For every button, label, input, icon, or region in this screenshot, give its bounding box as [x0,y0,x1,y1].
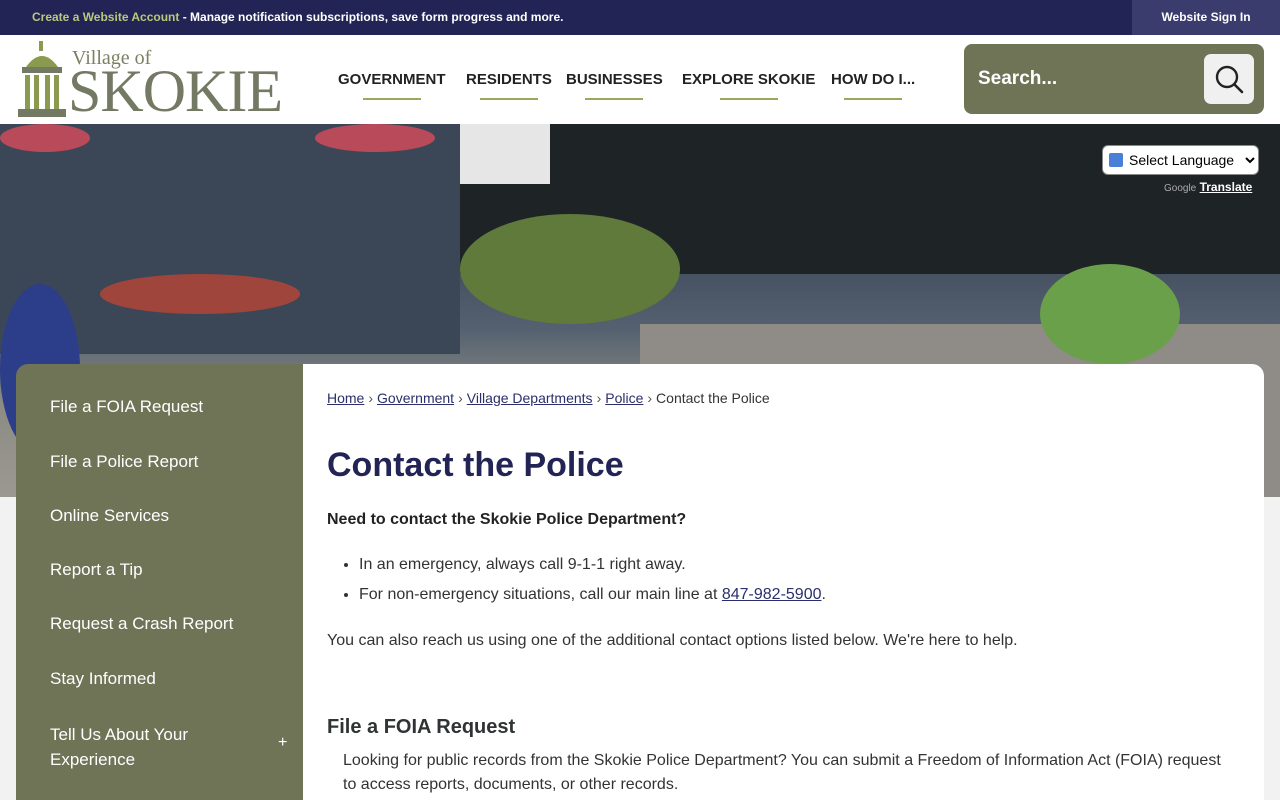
person-green-shirt [1040,264,1180,364]
search-input[interactable] [978,62,1198,96]
sidebar-item-tell-us[interactable]: Tell Us About Your Experience [50,722,230,772]
promo-text: - Manage notification subscriptions, sav… [179,10,564,24]
breadcrumb-current: Contact the Police [656,390,770,406]
expand-plus-icon[interactable]: + [278,734,287,752]
search-button[interactable] [1204,54,1254,104]
sidebar-item-online-services[interactable]: Online Services [50,506,169,526]
logo-skokie-text: SKOKIE [68,58,283,124]
lead-question: Need to contact the Skokie Police Depart… [327,511,687,528]
white-wall [455,124,550,184]
list-item: For non-emergency situations, call our m… [359,586,826,604]
non-emergency-text: For non-emergency situations, call our m… [359,586,722,603]
website-sign-in-button[interactable]: Website Sign In [1132,0,1280,35]
translate-link[interactable]: Translate [1200,180,1253,194]
search-box [964,44,1264,114]
sidebar-item-file-foia[interactable]: File a FOIA Request [50,397,203,417]
nav-businesses[interactable]: BUSINESSES [566,71,663,88]
page-title: Contact the Police [327,446,624,484]
utility-bar: Create a Website Account - Manage notifi… [0,0,1280,35]
foia-section-title: File a FOIA Request [327,716,516,738]
foia-section-body: Looking for public records from the Skok… [343,752,1221,793]
sidebar-item-file-police-report[interactable]: File a Police Report [50,452,198,472]
breadcrumb-village-departments[interactable]: Village Departments [467,390,593,406]
breadcrumb-government[interactable]: Government [377,390,454,406]
nav-residents[interactable]: RESIDENTS [466,71,552,88]
language-select[interactable]: Select Language [1102,145,1259,175]
breadcrumb-home[interactable]: Home [327,390,364,406]
list-item: In an emergency, always call 9-1-1 right… [359,556,826,574]
breadcrumb-separator: › [368,390,374,406]
sidebar-item-report-tip[interactable]: Report a Tip [50,560,143,580]
flower-bed [100,274,300,314]
google-translate-icon [1109,153,1123,167]
nav-explore-skokie[interactable]: EXPLORE SKOKIE [682,71,815,88]
breadcrumb-separator: › [458,390,463,406]
sidebar-item-stay-informed[interactable]: Stay Informed [50,669,156,689]
breadcrumb: Home › Government › Village Departments › Poli… [327,390,770,406]
phone-link[interactable]: 847-982-5900 [722,586,822,603]
flower-bed [315,124,435,152]
breadcrumb-separator: › [647,390,653,406]
create-account-link[interactable]: Create a Website Account [32,10,179,24]
village-hall-icon [18,41,66,117]
breadcrumb-separator: › [596,390,602,406]
village-logo[interactable]: Village of SKOKIE [16,41,291,124]
emergency-text: In an emergency, always call 9-1-1 right… [359,556,686,573]
site-header: Village of SKOKIE GOVERNMENT RESIDENTS B… [0,35,1280,124]
google-label: Google [1164,183,1197,194]
nav-how-do-i[interactable]: HOW DO I... [831,71,915,88]
account-promo[interactable]: Create a Website Account - Manage notifi… [32,10,563,24]
main-content: Home › Government › Village Departments › Poli… [303,364,1264,800]
sidebar-item-crash-report[interactable]: Request a Crash Report [50,614,233,634]
contact-options-text: You can also reach us using one of the a… [327,632,1018,649]
nav-government[interactable]: GOVERNMENT [338,71,446,88]
powered-by-google: Google Translate [1164,180,1252,194]
planter-greenery [460,214,680,324]
search-icon [1215,65,1244,94]
flower-bed [0,124,90,152]
contact-bullets: In an emergency, always call 9-1-1 right… [359,556,826,616]
non-emergency-suffix: . [821,586,826,603]
breadcrumb-police[interactable]: Police [605,390,643,406]
google-translate-widget: Select Language Google Translate [1102,145,1259,194]
sidebar-nav: File a FOIA Request File a Police Report… [16,364,303,800]
